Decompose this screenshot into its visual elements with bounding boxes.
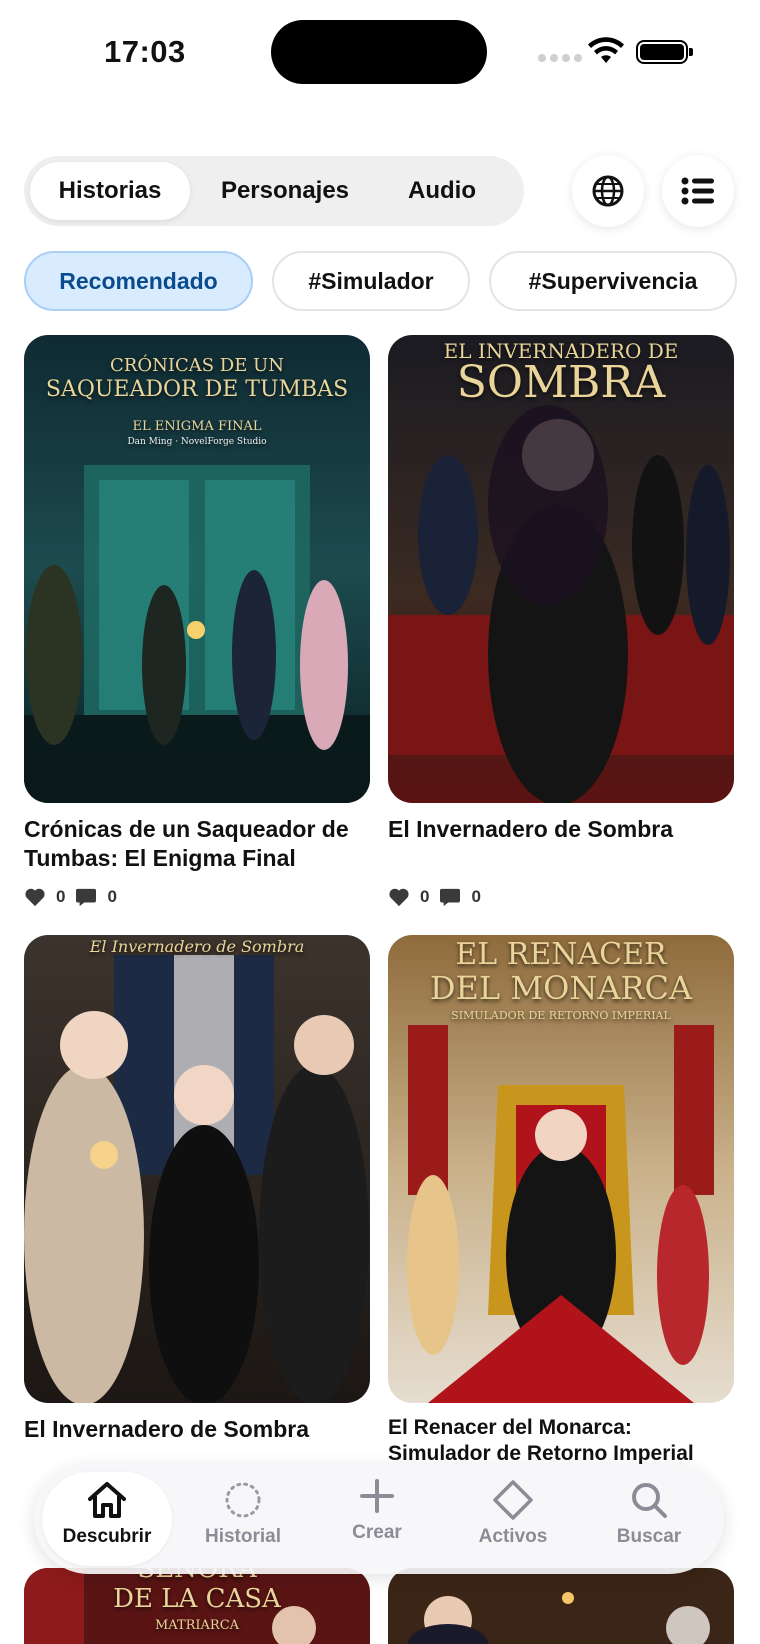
- story-cover[interactable]: SEÑORA DE LA CASA MATRIARCA: [24, 1568, 370, 1644]
- comment-count: 0: [107, 887, 117, 906]
- tab-personajes[interactable]: Personajes: [200, 162, 370, 220]
- like-count: 0: [420, 887, 430, 906]
- nav-label: Activos: [478, 1526, 548, 1547]
- dynamic-island: [271, 20, 487, 84]
- comment-icon[interactable]: [439, 887, 461, 907]
- cover-line-1: EL RENACER: [455, 937, 667, 972]
- menu-list-button[interactable]: [662, 155, 734, 227]
- nav-activos[interactable]: Activos: [448, 1464, 578, 1574]
- language-button[interactable]: [572, 155, 644, 227]
- story-title[interactable]: El Renacer del Monarca: Simulador de Ret…: [388, 1415, 734, 1467]
- wifi-icon: [588, 37, 624, 63]
- tab-historias[interactable]: Historias: [30, 162, 190, 220]
- globe-icon: [592, 175, 624, 207]
- status-time: 17:03: [104, 34, 186, 69]
- chip-simulador[interactable]: #Simulador: [272, 251, 470, 311]
- cover-line-3: EL ENIGMA FINAL: [132, 419, 262, 434]
- story-card[interactable]: SEÑORA DE LA CASA MATRIARCA: [24, 1568, 370, 1644]
- diamond-icon: [493, 1480, 533, 1520]
- story-title[interactable]: Crónicas de un Saqueador de Tumbas: El E…: [24, 815, 370, 873]
- home-icon: [88, 1482, 126, 1518]
- heart-icon[interactable]: [388, 887, 410, 907]
- nav-descubrir[interactable]: Descubrir: [42, 1472, 172, 1566]
- story-cover[interactable]: CRÓNICAS DE UN SAQUEADOR DE TUMBAS EL EN…: [24, 335, 370, 803]
- story-stats: 0 0: [24, 887, 370, 907]
- chip-supervivencia[interactable]: #Supervivencia: [489, 251, 737, 311]
- comment-icon[interactable]: [75, 887, 97, 907]
- cover-line-3: SIMULADOR DE RETORNO IMPERIAL: [451, 1009, 671, 1022]
- history-icon: [225, 1482, 261, 1518]
- story-card[interactable]: [388, 1568, 734, 1644]
- cover-line-1: El Invernadero de Sombra: [89, 937, 305, 956]
- cellular-signal-icon: [538, 54, 582, 62]
- status-bar: 17:03: [0, 0, 760, 110]
- story-cover[interactable]: EL INVERNADERO DE SOMBRA: [388, 335, 734, 803]
- cover-line-2: DEL MONARCA: [429, 969, 693, 1007]
- search-icon: [632, 1483, 667, 1518]
- heart-icon[interactable]: [24, 887, 46, 907]
- nav-buscar[interactable]: Buscar: [584, 1464, 714, 1574]
- chip-recomendado[interactable]: Recomendado: [24, 251, 253, 311]
- nav-label: Buscar: [616, 1526, 682, 1547]
- nav-label: Crear: [352, 1522, 402, 1543]
- cover-line-3: MATRIARCA: [154, 1618, 240, 1633]
- story-title[interactable]: El Invernadero de Sombra: [388, 815, 734, 844]
- nav-label: Historial: [204, 1526, 282, 1547]
- story-cover[interactable]: EL RENACER DEL MONARCA SIMULADOR DE RETO…: [388, 935, 734, 1403]
- story-card[interactable]: EL RENACER DEL MONARCA SIMULADOR DE RETO…: [388, 935, 734, 1467]
- cover-line-2: SOMBRA: [456, 357, 666, 408]
- nav-crear[interactable]: Crear: [312, 1464, 442, 1574]
- content-type-tabs: Historias Personajes Audio: [24, 156, 524, 226]
- plus-icon: [360, 1479, 394, 1513]
- story-card[interactable]: CRÓNICAS DE UN SAQUEADOR DE TUMBAS EL EN…: [24, 335, 370, 907]
- story-cover[interactable]: [388, 1568, 734, 1644]
- comment-count: 0: [471, 887, 481, 906]
- nav-historial[interactable]: Historial: [178, 1464, 308, 1574]
- bottom-navigation: Descubrir Historial Crear Activos Buscar: [34, 1464, 724, 1574]
- like-count: 0: [56, 887, 66, 906]
- cover-line-2: SAQUEADOR DE TUMBAS: [45, 377, 349, 402]
- cover-line-4: Dan Ming · NovelForge Studio: [127, 437, 267, 447]
- story-cover[interactable]: El Invernadero de Sombra: [24, 935, 370, 1403]
- list-icon: [681, 177, 714, 205]
- story-stats: 0 0: [388, 887, 734, 907]
- cover-line-1: CRÓNICAS DE UN: [110, 355, 284, 376]
- nav-label: Descubrir: [62, 1526, 152, 1547]
- tab-audio[interactable]: Audio: [380, 162, 504, 220]
- story-title[interactable]: El Invernadero de Sombra: [24, 1415, 370, 1444]
- battery-icon: [636, 40, 693, 64]
- story-card[interactable]: El Invernadero de Sombra El Invernadero …: [24, 935, 370, 1444]
- story-card[interactable]: EL INVERNADERO DE SOMBRA El Invernadero …: [388, 335, 734, 907]
- cover-line-2: DE LA CASA: [113, 1584, 281, 1614]
